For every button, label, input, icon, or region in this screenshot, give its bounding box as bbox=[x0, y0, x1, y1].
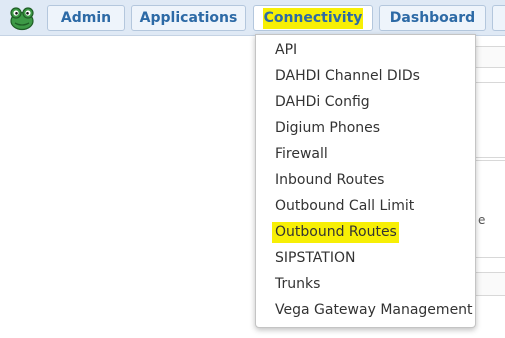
menu-item-label: Vega Gateway Management bbox=[275, 302, 473, 318]
background-peek-text: e bbox=[478, 213, 486, 227]
menu-item-label: Digium Phones bbox=[275, 120, 381, 136]
nav-admin-label: Admin bbox=[60, 10, 112, 26]
menu-item-outbound-call-limit[interactable]: Outbound Call Limit bbox=[275, 195, 414, 217]
menu-item-label: Trunks bbox=[275, 276, 321, 292]
menu-item-label: Firewall bbox=[275, 146, 328, 162]
menu-item-label: Outbound Call Limit bbox=[275, 198, 415, 214]
menu-item-label: API bbox=[275, 42, 298, 58]
nav-admin-button[interactable]: Admin bbox=[47, 5, 125, 31]
frog-logo-icon[interactable] bbox=[8, 5, 36, 31]
menu-item-label: SIPSTATION bbox=[275, 250, 356, 266]
menu-item-dahdi-config[interactable]: DAHDi Config bbox=[275, 91, 370, 113]
menu-item-vega-gateway-management[interactable]: Vega Gateway Management bbox=[275, 299, 473, 321]
menu-item-label: DAHDi Config bbox=[275, 94, 370, 110]
menu-item-label: Inbound Routes bbox=[275, 172, 385, 188]
menu-item-label: DAHDI Channel DIDs bbox=[275, 68, 420, 84]
nav-applications-button[interactable]: Applications bbox=[131, 5, 246, 31]
nav-applications-label: Applications bbox=[139, 10, 238, 26]
menu-item-sipstation[interactable]: SIPSTATION bbox=[275, 247, 355, 269]
top-navigation-bar: Admin Applications Connectivity Dashboar… bbox=[0, 0, 505, 36]
menu-item-trunks[interactable]: Trunks bbox=[275, 273, 320, 295]
menu-item-firewall[interactable]: Firewall bbox=[275, 143, 328, 165]
menu-item-dahdi-channel-dids[interactable]: DAHDI Channel DIDs bbox=[275, 65, 420, 87]
menu-item-digium-phones[interactable]: Digium Phones bbox=[275, 117, 380, 139]
nav-dashboard-button[interactable]: Dashboard bbox=[379, 5, 486, 31]
menu-item-inbound-routes[interactable]: Inbound Routes bbox=[275, 169, 384, 191]
menu-item-api[interactable]: API bbox=[275, 39, 297, 61]
connectivity-dropdown-menu: API DAHDI Channel DIDs DAHDi Config Digi… bbox=[255, 34, 476, 328]
menu-item-outbound-routes[interactable]: Outbound Routes bbox=[272, 221, 399, 243]
nav-connectivity-button[interactable]: Connectivity bbox=[253, 5, 373, 31]
nav-next-button-partial[interactable] bbox=[492, 5, 505, 31]
nav-dashboard-label: Dashboard bbox=[389, 10, 476, 26]
menu-item-label-highlighted: Outbound Routes bbox=[272, 222, 399, 243]
nav-connectivity-label: Connectivity bbox=[262, 8, 364, 29]
